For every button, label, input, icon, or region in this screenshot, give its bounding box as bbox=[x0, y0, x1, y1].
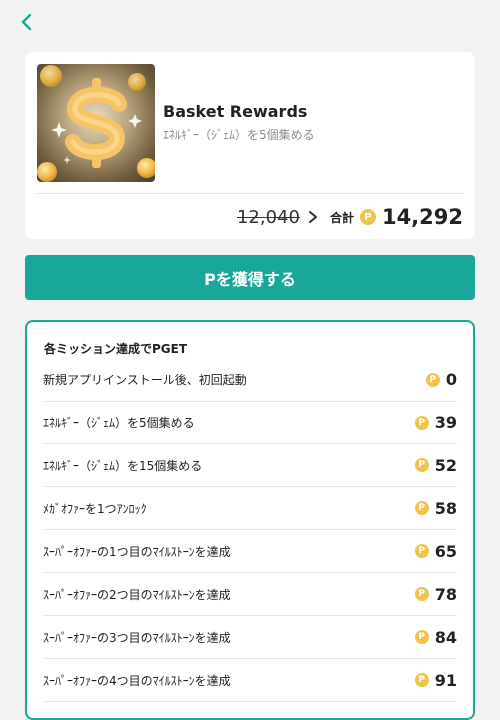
offer-title: Basket Rewards bbox=[163, 102, 308, 121]
mission-label: ｽｰﾊﾟｰｵﾌｧｰの2つ目のﾏｲﾙｽﾄｰﾝを達成 bbox=[43, 587, 231, 602]
offer-thumbnail bbox=[37, 64, 155, 182]
point-coin-icon: P bbox=[414, 501, 429, 515]
point-coin-icon: P bbox=[359, 209, 376, 225]
mission-label: 新規アプリインストール後、初回起動 bbox=[43, 373, 247, 387]
total-label: 合計 bbox=[329, 210, 354, 225]
point-coin-icon: P bbox=[414, 458, 429, 472]
mission-points-value: 0 bbox=[445, 370, 457, 389]
mission-row: ｽｰﾊﾟｰｵﾌｧｰの3つ目のﾏｲﾙｽﾄｰﾝを達成 P 84 bbox=[43, 616, 457, 659]
mission-row: 新規アプリインストール後、初回起動 P 0 bbox=[43, 358, 457, 401]
point-coin-icon: P bbox=[414, 630, 429, 644]
mission-points-value: 91 bbox=[434, 670, 457, 690]
offer-subtitle: ｴﾈﾙｷﾞｰ（ｼﾞｪﾑ）を5個集める bbox=[163, 128, 315, 142]
mission-row: ｴﾈﾙｷﾞｰ（ｼﾞｪﾑ）を5個集める P 39 bbox=[43, 401, 457, 444]
mission-points: P 39 bbox=[414, 413, 457, 432]
point-coin-icon: P bbox=[414, 673, 429, 687]
mission-points: P 91 bbox=[414, 670, 457, 690]
mission-points-value: 52 bbox=[434, 455, 457, 475]
chevron-left-icon bbox=[19, 12, 33, 36]
mission-points: P 0 bbox=[425, 370, 457, 389]
mission-label: ｴﾈﾙｷﾞｰ（ｼﾞｪﾑ）を5個集める bbox=[43, 416, 195, 430]
mission-row: ﾒｶﾞｵﾌｧｰを1つｱﾝﾛｯｸ P 58 bbox=[43, 487, 457, 530]
mission-label: ﾒｶﾞｵﾌｧｰを1つｱﾝﾛｯｸ bbox=[43, 501, 147, 516]
missions-title: 各ミッション達成でPGET bbox=[44, 342, 188, 356]
dollar-coin-icon bbox=[37, 65, 155, 182]
divider bbox=[37, 193, 463, 194]
mission-row: ｴﾈﾙｷﾞｰ（ｼﾞｪﾑ）を15個集める P 52 bbox=[43, 444, 457, 487]
mission-points-value: 58 bbox=[434, 498, 457, 518]
point-coin-icon: P bbox=[425, 372, 440, 387]
mission-points: P 78 bbox=[414, 584, 457, 604]
back-button[interactable] bbox=[14, 10, 38, 38]
mission-points-value: 39 bbox=[434, 413, 457, 432]
mission-points-value: 78 bbox=[434, 584, 457, 604]
mission-points: P 58 bbox=[414, 498, 457, 518]
mission-row: ｽｰﾊﾟｰｵﾌｧｰの4つ目のﾏｲﾙｽﾄｰﾝを達成 P 91 bbox=[43, 659, 457, 702]
mission-points-value: 65 bbox=[434, 541, 457, 561]
mission-row: ｽｰﾊﾟｰｵﾌｧｰの2つ目のﾏｲﾙｽﾄｰﾝを達成 P 78 bbox=[43, 573, 457, 616]
get-points-button[interactable]: Pを獲得する bbox=[25, 255, 475, 300]
chevron-right-icon bbox=[306, 210, 320, 224]
mission-label: ｽｰﾊﾟｰｵﾌｧｰの1つ目のﾏｲﾙｽﾄｰﾝを達成 bbox=[43, 544, 231, 559]
offer-card[interactable]: Basket Rewards ｴﾈﾙｷﾞｰ（ｼﾞｪﾑ）を5個集める 12,040… bbox=[25, 52, 475, 239]
mission-points: P 65 bbox=[414, 541, 457, 561]
mission-points: P 52 bbox=[414, 455, 457, 475]
price-row: 12,040 合計 P 14,292 bbox=[237, 202, 463, 232]
mission-label: ｴﾈﾙｷﾞｰ（ｼﾞｪﾑ）を15個集める bbox=[43, 458, 203, 473]
total-price: 14,292 bbox=[381, 205, 463, 229]
point-coin-icon: P bbox=[414, 415, 429, 430]
mission-points-value: 84 bbox=[434, 627, 457, 647]
point-coin-icon: P bbox=[414, 587, 429, 601]
mission-row: ｽｰﾊﾟｰｵﾌｧｰの1つ目のﾏｲﾙｽﾄｰﾝを達成 P 65 bbox=[43, 530, 457, 573]
point-coin-icon: P bbox=[414, 544, 429, 558]
missions-panel: 各ミッション達成でPGET 新規アプリインストール後、初回起動 P 0 ｴﾈﾙｷ… bbox=[25, 320, 475, 720]
mission-label: ｽｰﾊﾟｰｵﾌｧｰの4つ目のﾏｲﾙｽﾄｰﾝを達成 bbox=[43, 673, 231, 688]
old-price: 12,040 bbox=[236, 206, 300, 228]
mission-points: P 84 bbox=[414, 627, 457, 647]
mission-label: ｽｰﾊﾟｰｵﾌｧｰの3つ目のﾏｲﾙｽﾄｰﾝを達成 bbox=[43, 630, 231, 645]
